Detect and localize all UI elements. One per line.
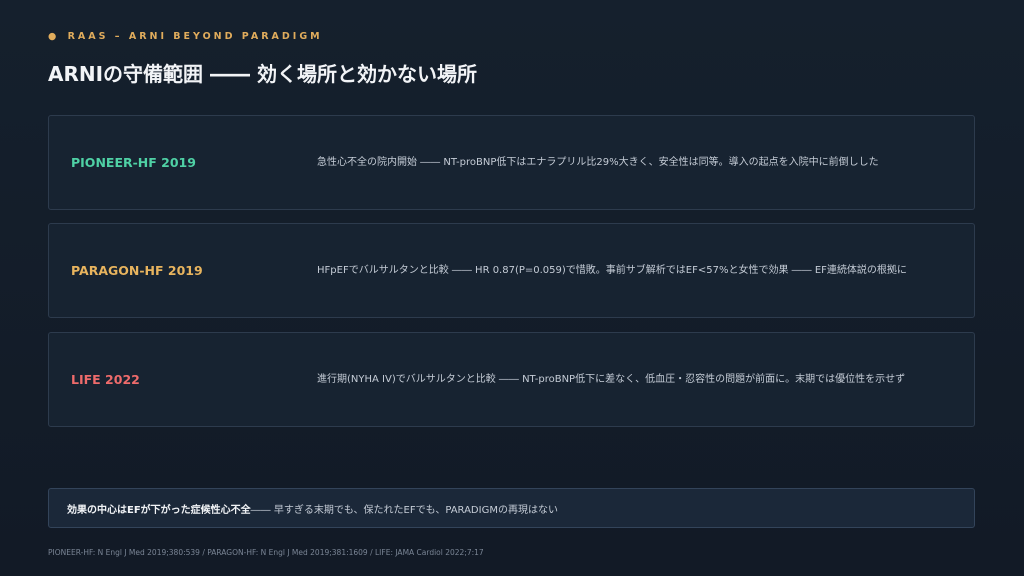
trial-description: 進行期(NYHA IV)でバルサルタンと比較 ―― NT-proBNP低下に差な…	[317, 374, 906, 385]
summary-text: ―― 早すぎる末期でも、保たれたEFでも、PARADIGMの再現はない	[250, 504, 558, 516]
eyebrow-text: RAAS – ARNI BEYOND PARADIGM	[67, 31, 323, 42]
trial-name: LIFE 2022	[71, 372, 140, 387]
trial-name: PIONEER-HF 2019	[71, 155, 196, 170]
section-eyebrow: ● RAAS – ARNI BEYOND PARADIGM	[48, 31, 323, 42]
trial-description: HFpEFでバルサルタンと比較 ―― HR 0.87(P=0.059)で惜敗。事…	[317, 265, 907, 276]
trial-card-life: LIFE 2022 進行期(NYHA IV)でバルサルタンと比較 ―― NT-p…	[48, 332, 975, 427]
trial-card-paragon: PARAGON-HF 2019 HFpEFでバルサルタンと比較 ―― HR 0.…	[48, 223, 975, 318]
references-footnote: PIONEER-HF: N Engl J Med 2019;380:539 / …	[48, 548, 484, 557]
bullet-icon: ●	[48, 31, 60, 42]
trial-description: 急性心不全の院内開始 ―― NT-proBNP低下はエナラプリル比29%大きく、…	[317, 157, 879, 168]
trial-name: PARAGON-HF 2019	[71, 263, 203, 278]
trial-card-pioneer: PIONEER-HF 2019 急性心不全の院内開始 ―― NT-proBNP低…	[48, 115, 975, 210]
summary-lead: 効果の中心はEFが下がった症候性心不全	[67, 504, 251, 516]
slide-title: ARNIの守備範囲 ―― 効く場所と効かない場所	[48, 62, 477, 86]
summary-callout: 効果の中心はEFが下がった症候性心不全 ―― 早すぎる末期でも、保たれたEFでも…	[48, 488, 975, 528]
